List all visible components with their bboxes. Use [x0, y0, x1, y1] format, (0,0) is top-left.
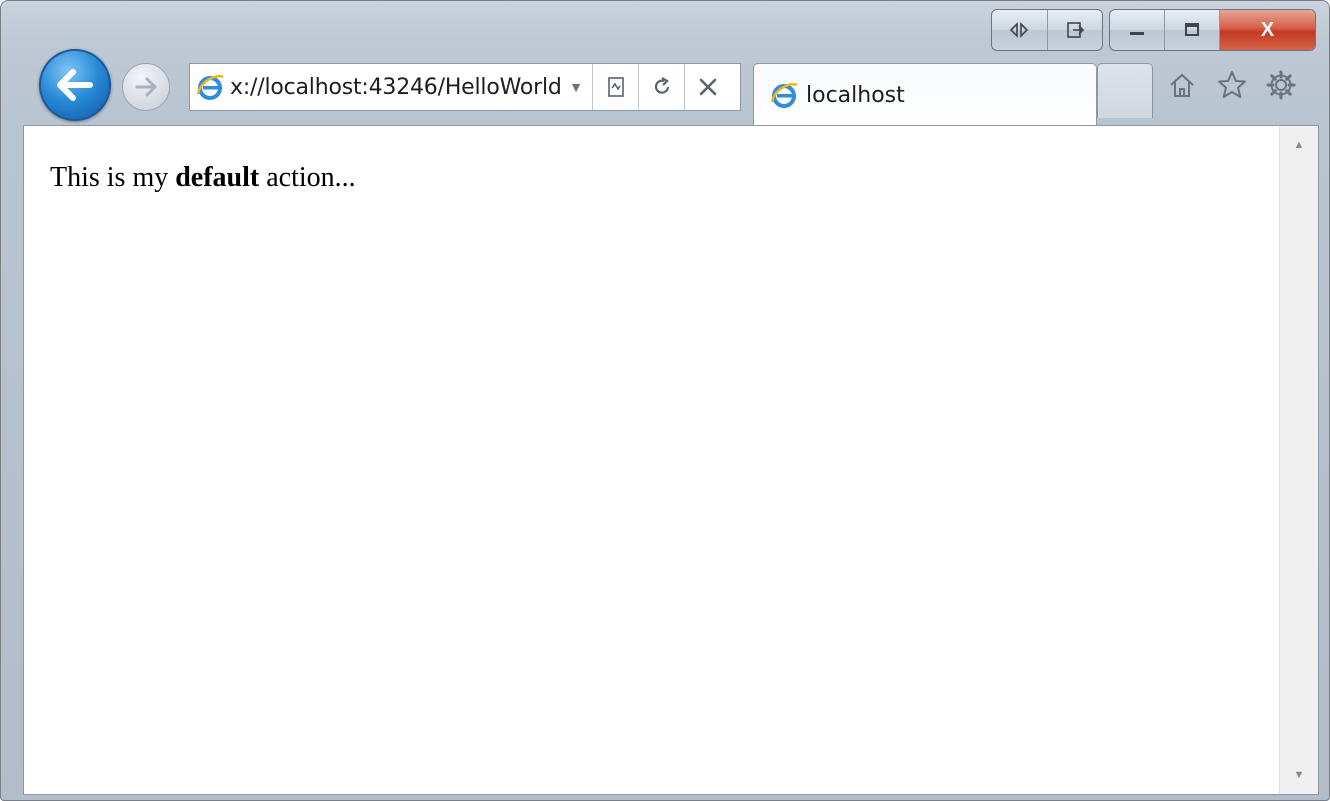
refresh-icon[interactable] — [638, 64, 684, 110]
window-extra-controls — [991, 9, 1103, 51]
address-bar[interactable]: x://localhost:43246/HelloWorld ▼ — [189, 63, 741, 111]
close-button[interactable]: X — [1220, 10, 1315, 50]
new-tab-button[interactable] — [1097, 63, 1153, 118]
ie-logo-icon — [190, 64, 230, 110]
window-controls: X — [1109, 9, 1316, 51]
maximize-button[interactable] — [1165, 10, 1220, 50]
text-bold: default — [175, 162, 260, 193]
back-button[interactable] — [39, 49, 111, 121]
compatibility-view-icon[interactable] — [592, 64, 638, 110]
stop-icon[interactable] — [684, 64, 730, 110]
forward-button[interactable] — [122, 63, 170, 111]
scroll-down-arrow-icon[interactable]: ▼ — [1280, 760, 1318, 790]
page-content-text: This is my default action... — [50, 162, 356, 194]
tools-gear-icon[interactable] — [1263, 67, 1299, 103]
text-after: action... — [259, 162, 356, 193]
pin-site-icon[interactable] — [1048, 10, 1103, 50]
back-arrow-icon — [57, 69, 93, 101]
address-input[interactable]: x://localhost:43246/HelloWorld — [230, 75, 560, 100]
forward-arrow-icon — [135, 77, 157, 97]
tab-label: localhost — [806, 82, 905, 108]
ie-logo-icon — [762, 80, 806, 110]
vertical-scrollbar[interactable]: ▲ ▼ — [1279, 126, 1318, 794]
minimize-button[interactable] — [1110, 10, 1165, 50]
home-icon[interactable] — [1164, 67, 1200, 103]
browser-window: X x://localhost:43246/HelloWorld ▼ local… — [0, 0, 1330, 801]
text-before: This is my — [50, 162, 176, 193]
dropdown-icon[interactable]: ▼ — [560, 79, 592, 95]
inprivate-icon[interactable] — [992, 10, 1048, 50]
tab-localhost[interactable]: localhost — [753, 63, 1097, 126]
favorites-star-icon[interactable] — [1214, 67, 1250, 103]
page-viewport: This is my default action... ▲ ▼ — [23, 125, 1319, 795]
scroll-up-arrow-icon[interactable]: ▲ — [1280, 130, 1318, 160]
